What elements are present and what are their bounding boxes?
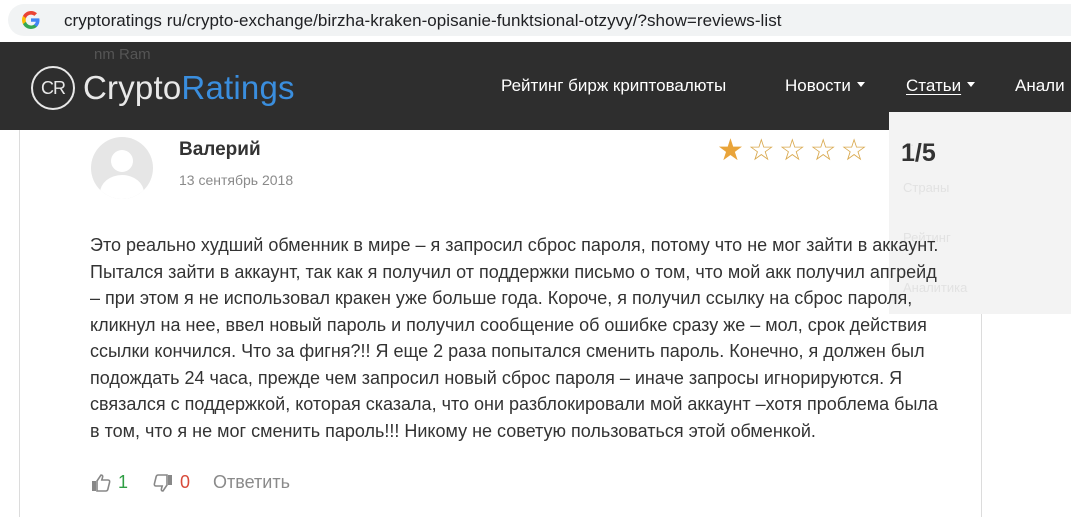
logo-mark-text: CR (41, 77, 66, 98)
browser-address-bar: cryptoratings ru/crypto-exchange/birzha-… (0, 0, 1071, 42)
site-logo[interactable]: CR CryptoRatings (31, 66, 295, 110)
user-placeholder-icon (100, 150, 144, 199)
url-text: cryptoratings ru/crypto-exchange/birzha-… (64, 11, 782, 30)
nav-label: Статьи (906, 76, 962, 95)
nav-item-exchange-rating[interactable]: Рейтинг бирж криптовалюты (501, 76, 726, 96)
nav-label: Анали (1015, 76, 1065, 95)
rating-score: 1/5 (901, 139, 936, 167)
google-icon (22, 11, 40, 29)
star-empty-icon: ☆ (778, 134, 806, 167)
star-empty-icon: ☆ (840, 134, 868, 167)
nav-item-analytics[interactable]: Анали (1015, 76, 1065, 96)
star-empty-icon: ☆ (809, 134, 837, 167)
review-body: Это реально худший обменник в мире – я з… (90, 235, 939, 441)
nav-label: Рейтинг бирж криптовалюты (501, 76, 727, 95)
caret-down-icon (856, 82, 865, 88)
thumb-down-icon (153, 473, 173, 492)
review-date: 13 сентябрь 2018 (179, 172, 294, 188)
dislike-button[interactable]: 0 (153, 472, 190, 493)
like-button[interactable]: 1 (91, 472, 128, 493)
nav-item-articles[interactable]: Статьи (906, 76, 976, 96)
star-empty-icon: ☆ (747, 134, 775, 167)
url-field[interactable]: cryptoratings ru/crypto-exchange/birzha-… (8, 4, 1071, 36)
reply-link[interactable]: Ответить (213, 472, 290, 493)
review-actions: 1 0 Ответить (91, 472, 290, 493)
logo-mark: CR (31, 66, 75, 110)
caret-down-icon (967, 82, 976, 88)
star-filled-icon: ★ (717, 134, 744, 167)
dropdown-item[interactable]: Страны (903, 180, 949, 195)
logo-wordmark: CryptoRatings (83, 69, 295, 107)
nav-item-news[interactable]: Новости (785, 76, 865, 96)
ghost-text: nm Ram (94, 46, 151, 63)
like-count: 1 (118, 472, 129, 492)
dislike-count: 0 (180, 472, 191, 492)
logo-word-accent: Ratings (181, 69, 295, 106)
avatar (91, 137, 153, 199)
reviewer-name: Валерий (179, 139, 261, 160)
logo-word-plain: Crypto (83, 69, 182, 106)
nav-label: Новости (785, 76, 851, 95)
star-rating: ★ ☆ ☆ ☆ ☆ (717, 136, 868, 166)
thumb-up-icon (92, 473, 111, 492)
